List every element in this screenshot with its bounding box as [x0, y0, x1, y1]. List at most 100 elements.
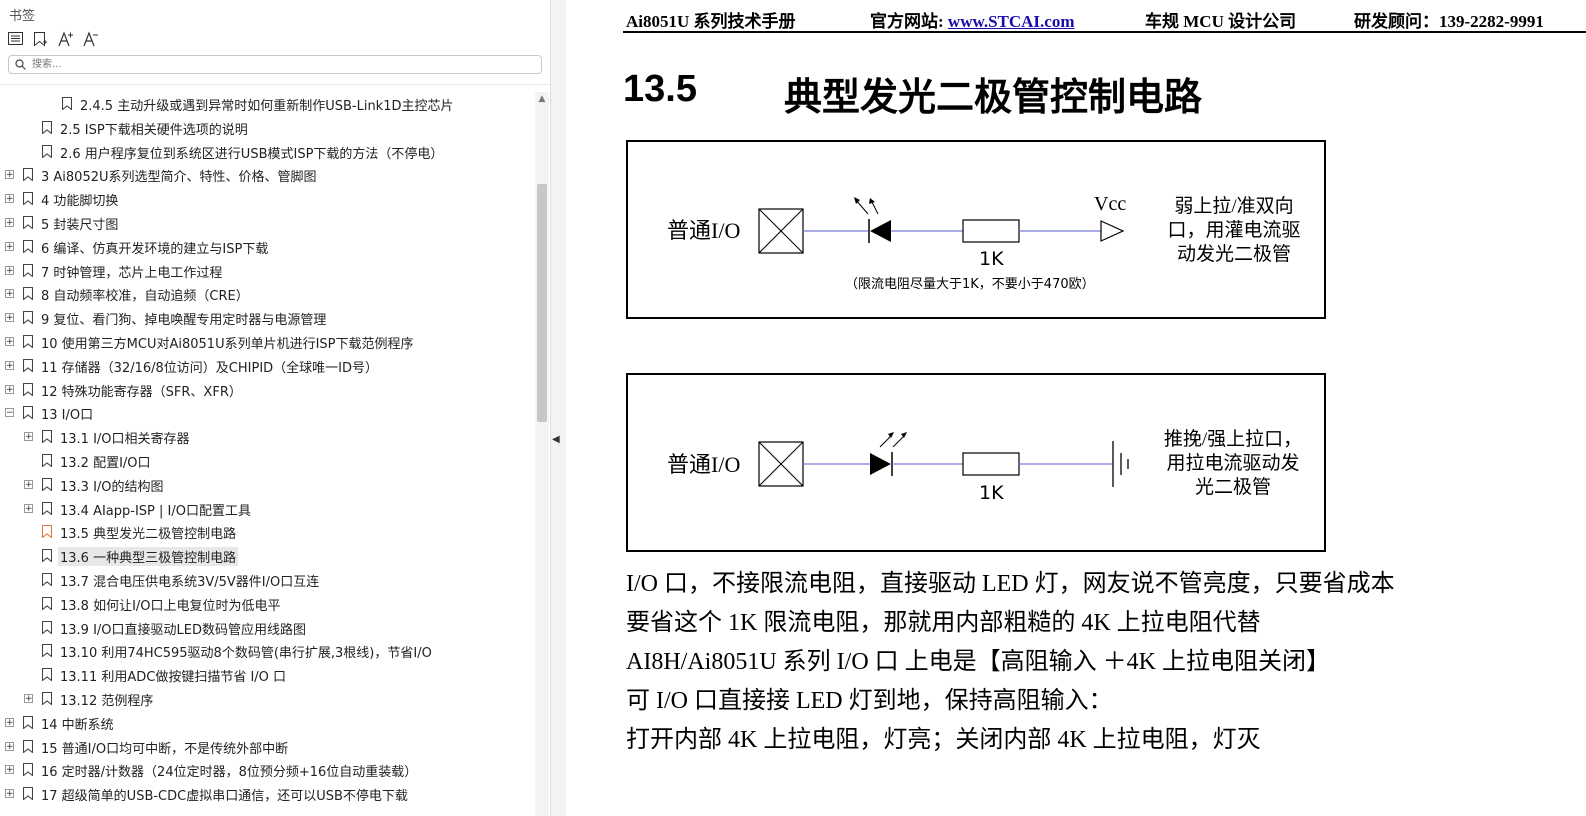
section-number: 13.5	[623, 68, 697, 110]
expand-icon[interactable]: +	[5, 194, 14, 204]
desc-line: 动发光二极管	[1177, 243, 1291, 265]
circuit-diagram: 普通I/O 1K Vcc （限流电阻尽量大于1K，不要小于470欧） 弱上拉/准…	[667, 193, 1301, 292]
expand-icon[interactable]: +	[5, 265, 14, 275]
bookmark-icon	[23, 263, 33, 277]
scroll-thumb[interactable]	[537, 184, 547, 422]
bookmark-icon	[62, 97, 72, 110]
bookmark-item[interactable]: +3 Ai8052U系列选型简介、特性、价格、管脚图	[0, 163, 534, 185]
io-label: 普通I/O	[667, 218, 740, 243]
circuit-figure-sink: 普通I/O 1K Vcc （限流电阻尽量大于1K，不要小于470欧） 弱上拉/准…	[626, 140, 1326, 319]
bookmark-item[interactable]: +13.12 范例程序	[0, 687, 534, 709]
bookmark-label: 6 编译、仿真开发环境的建立与ISP下载	[41, 241, 269, 257]
font-decrease-icon[interactable]	[81, 29, 100, 48]
bookmark-item[interactable]: +14 中断系统	[0, 711, 534, 733]
expand-icon[interactable]: +	[24, 479, 33, 489]
bookmark-item[interactable]: +12 特殊功能寄存器（SFR、XFR）	[0, 378, 534, 400]
bookmark-item[interactable]: 13.11 利用ADC做按键扫描节省 I/O 口	[0, 663, 534, 685]
bookmark-item[interactable]: 2.6 用户程序复位到系统区进行USB模式ISP下载的方法（不停电）	[0, 140, 534, 162]
bookmark-icon	[23, 739, 33, 753]
led-symbol	[854, 197, 891, 243]
bookmark-item[interactable]: +13.3 I/O的结构图	[0, 473, 534, 495]
panel-toolbar	[6, 29, 100, 48]
bookmark-icon	[23, 406, 33, 420]
expand-icon[interactable]: +	[24, 503, 33, 513]
bookmark-label: 9 复位、看门狗、掉电唤醒专用定时器与电源管理	[41, 313, 327, 329]
bookmark-item[interactable]: +9 复位、看门狗、掉电唤醒专用定时器与电源管理	[0, 306, 534, 328]
expand-icon[interactable]: +	[5, 384, 14, 394]
bookmark-item[interactable]: 13.6 一种典型三极管控制电路	[0, 544, 534, 567]
expand-icon[interactable]: +	[5, 717, 14, 727]
vcc-label: Vcc	[1094, 193, 1126, 215]
bookmark-item[interactable]: 13.7 混合电压供电系统3V/5V器件I/O口互连	[0, 568, 534, 590]
bookmark-icon	[42, 144, 52, 158]
desc-line: 口，用灌电流驱	[1167, 219, 1300, 241]
bookmark-item[interactable]: +13.4 AIapp-ISP | I/O口配置工具	[0, 497, 534, 519]
expand-icon[interactable]: +	[5, 789, 14, 799]
expand-icon[interactable]: +	[5, 170, 14, 180]
bookmark-item[interactable]: 13.8 如何让I/O口上电复位时为低电平	[0, 592, 534, 614]
expand-icon[interactable]: +	[5, 765, 14, 775]
bookmark-item[interactable]: +10 使用第三方MCU对Ai8051U系列单片机进行ISP下载范例程序	[0, 330, 534, 352]
desc-line: 推挽/强上拉口，	[1164, 428, 1302, 450]
expand-icon[interactable]: +	[5, 337, 14, 347]
bookmark-add-icon[interactable]	[31, 29, 50, 48]
bookmark-item[interactable]: +5 封装尺寸图	[0, 211, 534, 233]
bookmark-icon	[23, 168, 33, 182]
expand-icon[interactable]: +	[5, 313, 14, 323]
bookmark-item[interactable]: +16 定时器/计数器（24位定时器，8位预分频+16位自动重装载）	[0, 758, 534, 780]
site-link[interactable]: www.STCAI.com	[948, 12, 1075, 31]
bookmark-item[interactable]: 13.5 典型发光二极管控制电路	[0, 520, 534, 542]
bookmark-item[interactable]: 13.9 I/O口直接驱动LED数码管应用线路图	[0, 616, 534, 638]
expand-icon[interactable]: +	[5, 218, 14, 228]
expand-icon[interactable]: +	[5, 241, 14, 251]
expand-icon[interactable]: +	[24, 432, 33, 442]
body-paragraph-line: AI8H/Ai8051U 系列 I/O 口 上电是【高阻输入 ＋4K 上拉电阻关…	[626, 649, 1330, 675]
expand-icon[interactable]: +	[5, 289, 14, 299]
scroll-up-icon[interactable]: ▲	[535, 94, 549, 106]
panel-title: 书签	[9, 9, 36, 24]
bookmark-item[interactable]: 2.5 ISP下载相关硬件选项的说明	[0, 116, 534, 138]
bookmark-item[interactable]: +17 超级简单的USB-CDC虚拟串口通信，还可以USB不停电下载	[0, 782, 534, 804]
expand-icon[interactable]: +	[24, 694, 33, 704]
bookmark-label: 13.1 I/O口相关寄存器	[60, 432, 190, 448]
desc-line: 弱上拉/准双向	[1174, 195, 1293, 217]
bookmark-item[interactable]: +8 自动频率校准，自动追频（CRE）	[0, 282, 534, 304]
bookmark-label: 13.11 利用ADC做按键扫描节省 I/O 口	[60, 670, 287, 686]
bookmark-icon	[23, 287, 33, 301]
search-input[interactable]	[30, 58, 514, 71]
bookmark-icon	[42, 596, 52, 610]
collapse-icon[interactable]: −	[5, 408, 14, 418]
collapse-panel-icon[interactable]: ◀	[552, 434, 562, 450]
bookmark-search[interactable]	[8, 55, 542, 74]
bookmark-item[interactable]: 2.4.5 主动升级或遇到异常时如何重新制作USB-Link1D主控芯片	[0, 92, 534, 114]
bookmark-item[interactable]: +7 时钟管理，芯片上电工作过程	[0, 259, 534, 281]
list-icon[interactable]	[6, 29, 25, 48]
bookmark-item[interactable]: 13.2 配置I/O口	[0, 449, 534, 471]
bookmark-item[interactable]: +6 编译、仿真开发环境的建立与ISP下载	[0, 235, 534, 257]
circuit-diagram: 普通I/O 1K 推挽/强上拉口， 用拉电流驱动发 光二极管	[667, 428, 1302, 504]
resistor-label: 1K	[979, 482, 1004, 504]
bookmark-item[interactable]: 13.10 利用74HC595驱动8个数码管(串行扩展,3根线)，节省I/O	[0, 639, 534, 661]
bookmark-label: 14 中断系统	[41, 717, 114, 733]
bookmark-item[interactable]: +11 存储器（32/16/8位访问）及CHIPID（全球唯一ID号）	[0, 354, 534, 376]
bookmark-icon	[42, 477, 52, 491]
bookmark-label: 3 Ai8052U系列选型简介、特性、价格、管脚图	[41, 170, 317, 186]
resistor-note: （限流电阻尽量大于1K，不要小于470欧）	[845, 277, 1095, 292]
bookmark-item[interactable]: +4 功能脚切换	[0, 187, 534, 209]
tree-scrollbar[interactable]: ▲	[535, 92, 549, 816]
bookmark-item[interactable]: +15 普通I/O口均可中断，不是传统外部中断	[0, 735, 534, 757]
bookmark-label: 13.2 配置I/O口	[60, 456, 151, 471]
expand-icon[interactable]: +	[5, 741, 14, 751]
expand-icon[interactable]: +	[5, 360, 14, 370]
bookmark-item[interactable]: +13.1 I/O口相关寄存器	[0, 425, 534, 447]
bookmark-item[interactable]: − 13 I/O口	[0, 401, 534, 423]
font-increase-icon[interactable]	[56, 29, 75, 48]
bookmark-label: 12 特殊功能寄存器（SFR、XFR）	[41, 384, 242, 400]
bookmark-icon	[23, 715, 33, 729]
bookmark-icon	[23, 787, 33, 801]
header-rule	[623, 31, 1586, 33]
header-company: 车规 MCU 设计公司	[1145, 12, 1297, 31]
search-icon	[15, 59, 26, 70]
bookmark-icon	[42, 668, 52, 682]
bookmark-icon	[42, 120, 52, 134]
